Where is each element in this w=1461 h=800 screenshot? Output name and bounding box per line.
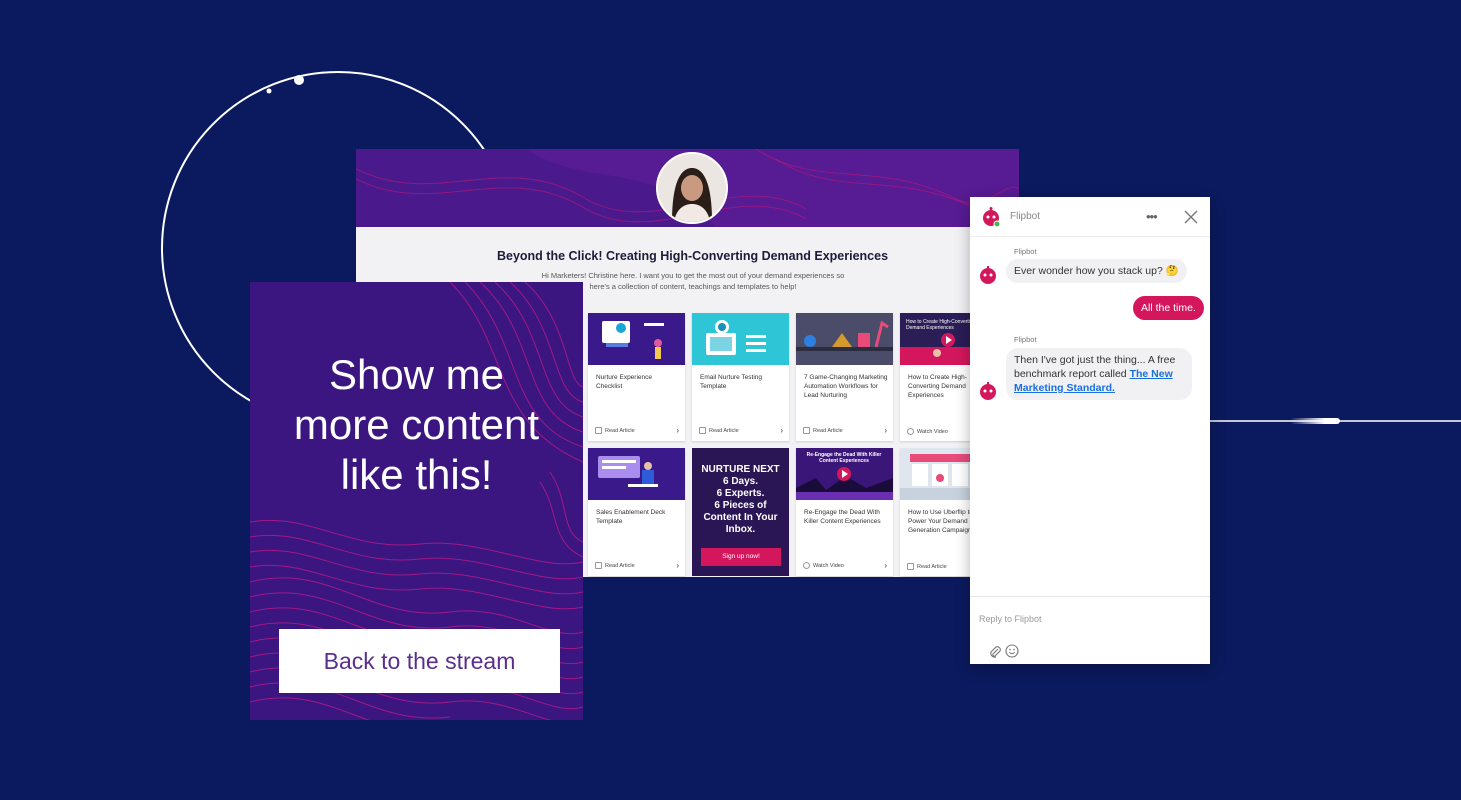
chat-header: Flipbot ••• xyxy=(970,197,1210,237)
rss-icon xyxy=(699,427,706,434)
rss-icon xyxy=(907,563,914,570)
card-title: Email Nurture Testing Template xyxy=(700,374,763,390)
attachment-icon[interactable] xyxy=(988,645,1002,659)
rss-icon xyxy=(595,562,602,569)
content-card[interactable]: 7 Game-Changing Marketing Automation Wor… xyxy=(796,313,893,441)
bot-message: Ever wonder how you stack up? 🤔 xyxy=(1006,259,1187,283)
flipbot-avatar-icon xyxy=(980,382,996,400)
card-thumbnail: Re-Engage the Dead With Killer Content E… xyxy=(796,448,893,500)
author-avatar xyxy=(656,152,728,224)
promo-text: NURTURE NEXT 6 Days. 6 Experts. 6 Pieces… xyxy=(701,464,780,535)
more-options-icon[interactable]: ••• xyxy=(1146,209,1158,224)
message-sender: Flipbot xyxy=(1014,335,1037,344)
cta-heading: Show me more content like this! xyxy=(293,351,540,498)
card-action[interactable]: Read Article › xyxy=(595,426,679,435)
chevron-right-icon: › xyxy=(676,426,679,435)
chevron-right-icon: › xyxy=(884,426,887,435)
rss-icon xyxy=(803,427,810,434)
card-title: 7 Game-Changing Marketing Automation Wor… xyxy=(804,374,888,399)
content-card[interactable]: Re-Engage the Dead With Killer Content E… xyxy=(796,448,893,576)
hub-banner xyxy=(356,149,1019,227)
content-card[interactable]: Nurture Experience Checklist Read Articl… xyxy=(588,313,685,441)
card-thumbnail xyxy=(588,448,685,500)
card-action[interactable]: Watch Video › xyxy=(803,561,887,570)
flipbot-avatar-icon xyxy=(980,266,996,284)
chevron-right-icon: › xyxy=(884,561,887,570)
bot-message: Then I've got just the thing... A free b… xyxy=(1006,348,1192,400)
card-action[interactable]: Read Article › xyxy=(699,426,783,435)
card-action[interactable]: Read Article › xyxy=(595,561,679,570)
close-icon[interactable] xyxy=(1182,208,1200,226)
card-title: Re-Engage the Dead With Killer Content E… xyxy=(804,509,881,525)
play-icon xyxy=(907,428,914,435)
content-card[interactable]: Email Nurture Testing Template Read Arti… xyxy=(692,313,789,441)
flipbot-avatar-icon xyxy=(983,207,1001,227)
hub-title: Beyond the Click! Creating High-Converti… xyxy=(496,249,889,263)
chat-bot-name: Flipbot xyxy=(1010,211,1041,222)
emoji-icon[interactable] xyxy=(1005,644,1019,658)
user-message: All the time. xyxy=(1133,296,1204,320)
play-icon xyxy=(803,562,810,569)
card-thumbnail-text: Re-Engage the Dead With Killer Content E… xyxy=(806,452,882,464)
content-card[interactable]: Sales Enablement Deck Template Read Arti… xyxy=(588,448,685,576)
chevron-right-icon: › xyxy=(676,561,679,570)
card-action[interactable]: Read Article › xyxy=(803,426,887,435)
cta-panel: Show me more content like this! Back to … xyxy=(250,282,583,720)
reply-input[interactable]: Reply to Flipbot xyxy=(979,614,1042,624)
chevron-right-icon: › xyxy=(780,426,783,435)
chat-window: Flipbot ••• Flipbot Ever wonder how you … xyxy=(970,197,1210,664)
card-title: Nurture Experience Checklist xyxy=(596,374,652,390)
nurture-next-promo: NURTURE NEXT 6 Days. 6 Experts. 6 Pieces… xyxy=(692,448,789,576)
card-thumbnail xyxy=(692,313,789,365)
back-to-stream-button[interactable]: Back to the stream xyxy=(279,629,560,693)
card-thumbnail xyxy=(796,313,893,365)
sign-up-button[interactable]: Sign up now! xyxy=(701,548,781,566)
message-sender: Flipbot xyxy=(1014,247,1037,256)
rss-icon xyxy=(595,427,602,434)
chat-reply-area[interactable]: Reply to Flipbot xyxy=(970,596,1210,664)
hub-subtitle: Hi Marketers! Christine here. I want you… xyxy=(541,271,845,291)
card-title: Sales Enablement Deck Template xyxy=(596,509,666,525)
card-thumbnail xyxy=(588,313,685,365)
